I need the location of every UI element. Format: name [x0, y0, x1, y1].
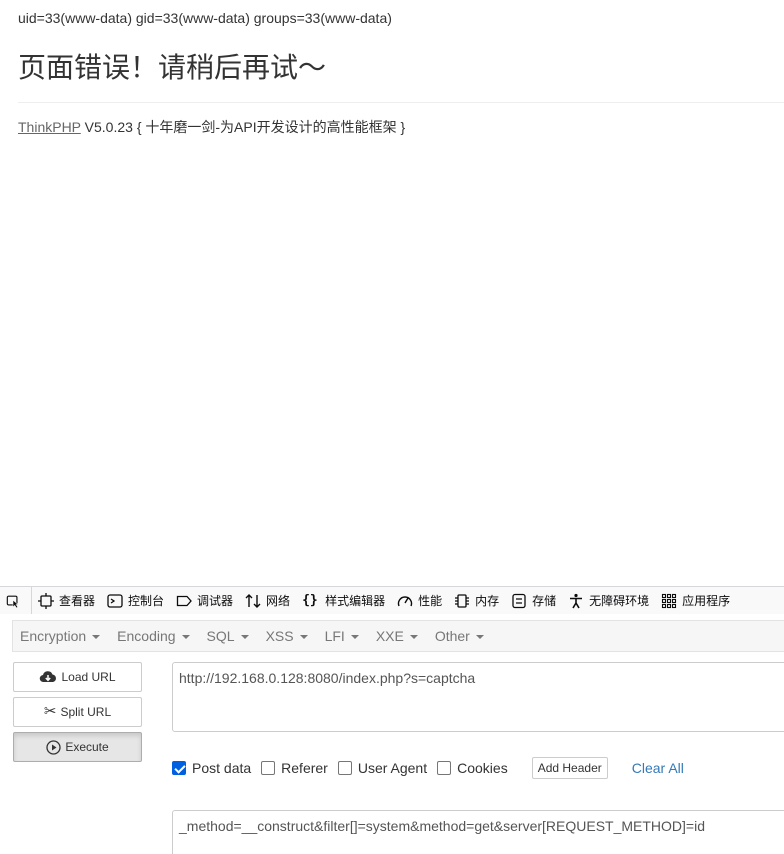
cookies-checkbox[interactable]: Cookies — [437, 760, 508, 776]
cloud-download-icon — [40, 671, 57, 683]
menu-lfi[interactable]: LFI — [325, 628, 359, 644]
network-icon — [245, 593, 261, 608]
load-url-button[interactable]: Load URL — [13, 662, 142, 692]
framework-info: ThinkPHP V5.0.23 { 十年磨一剑-为API开发设计的高性能框架 … — [18, 117, 405, 137]
caret-down-icon — [299, 635, 308, 639]
memory-icon — [455, 593, 470, 608]
menu-encoding[interactable]: Encoding — [117, 628, 190, 644]
menu-sql-label: SQL — [206, 628, 235, 644]
menu-other[interactable]: Other — [435, 628, 484, 644]
style-editor-icon: {} — [302, 592, 318, 608]
tab-performance-label: 性能 — [418, 594, 443, 608]
tab-accessibility-label: 无障碍环境 — [589, 594, 650, 608]
performance-icon — [397, 595, 413, 606]
inspector-icon — [38, 592, 54, 609]
tab-debugger-label: 调试器 — [197, 594, 234, 608]
menu-encryption-label: Encryption — [20, 628, 87, 644]
post-data-textarea[interactable]: _method=__construct&filter[]=system&meth… — [172, 810, 784, 854]
divider — [18, 102, 784, 103]
menu-lfi-label: LFI — [324, 628, 345, 644]
tab-style-editor[interactable]: {} 样式编辑器 — [296, 587, 391, 615]
devtools-toolbar: 查看器 控制台 调试器 网络 {} 样式编辑器 性能 内存 存储 无障碍环境 应… — [0, 586, 784, 615]
caret-down-icon — [181, 635, 190, 639]
hackbar-menubar: Encryption Encoding SQL XSS LFI XXE Othe… — [12, 620, 784, 652]
menu-xss[interactable]: XSS — [266, 628, 308, 644]
play-circle-icon — [46, 739, 61, 755]
application-icon — [662, 593, 677, 608]
tab-inspector[interactable]: 查看器 — [32, 587, 101, 615]
tab-memory[interactable]: 内存 — [448, 587, 505, 615]
tab-accessibility[interactable]: 无障碍环境 — [562, 587, 655, 615]
framework-version: V5.0.23 { 十年磨一剑-为API开发设计的高性能框架 } — [80, 119, 406, 135]
caret-down-icon — [240, 635, 249, 639]
menu-encoding-label: Encoding — [117, 628, 176, 644]
accessibility-icon — [570, 593, 583, 608]
tab-inspector-label: 查看器 — [59, 594, 96, 608]
tab-storage[interactable]: 存储 — [505, 587, 562, 615]
cookies-label: Cookies — [457, 760, 508, 776]
element-picker-icon — [6, 595, 19, 608]
tab-console[interactable]: 控制台 — [101, 587, 170, 615]
referer-label: Referer — [281, 760, 328, 776]
tab-debugger[interactable]: 调试器 — [170, 587, 239, 615]
tab-network-label: 网络 — [266, 594, 291, 608]
checkbox-icon — [337, 761, 352, 775]
referer-checkbox[interactable]: Referer — [261, 760, 328, 776]
load-url-label: Load URL — [61, 670, 116, 684]
menu-xss-label: XSS — [265, 628, 294, 644]
tab-console-label: 控制台 — [128, 594, 165, 608]
tab-memory-label: 内存 — [475, 594, 500, 608]
element-picker-button[interactable] — [0, 586, 32, 615]
storage-icon — [512, 593, 526, 608]
clear-all-link[interactable]: Clear All — [632, 760, 684, 776]
debugger-icon — [176, 595, 192, 606]
checkbox-icon — [437, 761, 452, 775]
tab-storage-label: 存储 — [532, 594, 557, 608]
hackbar-panel: Encryption Encoding SQL XSS LFI XXE Othe… — [0, 614, 784, 854]
error-title: 页面错误！请稍后再试～ — [18, 51, 327, 84]
tab-application-label: 应用程序 — [682, 594, 731, 608]
tab-style-editor-label: 样式编辑器 — [325, 594, 386, 608]
thinkphp-link[interactable]: ThinkPHP — [18, 119, 81, 135]
hackbar-options: Post data Referer User Agent Cookies Add… — [172, 756, 684, 780]
menu-sql[interactable]: SQL — [207, 628, 249, 644]
menu-xxe-label: XXE — [375, 628, 404, 644]
scissors-icon: ✂ — [43, 703, 57, 720]
post-data-checkbox[interactable]: Post data — [172, 760, 251, 776]
execute-label: Execute — [65, 740, 109, 754]
add-header-button[interactable]: Add Header — [531, 757, 608, 779]
post-data-label: Post data — [192, 760, 252, 776]
console-icon — [107, 593, 123, 608]
split-url-button[interactable]: ✂ Split URL — [13, 697, 142, 727]
user-agent-checkbox[interactable]: User Agent — [337, 760, 428, 776]
menu-other-label: Other — [434, 628, 470, 644]
tab-application[interactable]: 应用程序 — [655, 587, 736, 615]
split-url-label: Split URL — [60, 705, 112, 719]
command-output: uid=33(www-data) gid=33(www-data) groups… — [18, 10, 392, 26]
menu-xxe[interactable]: XXE — [376, 628, 418, 644]
checkbox-checked-icon — [172, 761, 186, 775]
caret-down-icon — [350, 635, 359, 639]
tab-network[interactable]: 网络 — [239, 587, 296, 615]
caret-down-icon — [409, 635, 418, 639]
url-textarea[interactable]: http://192.168.0.128:8080/index.php?s=ca… — [172, 662, 784, 732]
checkbox-icon — [261, 761, 276, 775]
caret-down-icon — [92, 635, 101, 639]
menu-encryption[interactable]: Encryption — [20, 628, 101, 644]
execute-button[interactable]: Execute — [13, 732, 142, 762]
caret-down-icon — [475, 635, 484, 639]
user-agent-label: User Agent — [357, 760, 428, 776]
tab-performance[interactable]: 性能 — [391, 587, 448, 615]
web-page: uid=33(www-data) gid=33(www-data) groups… — [0, 0, 784, 586]
